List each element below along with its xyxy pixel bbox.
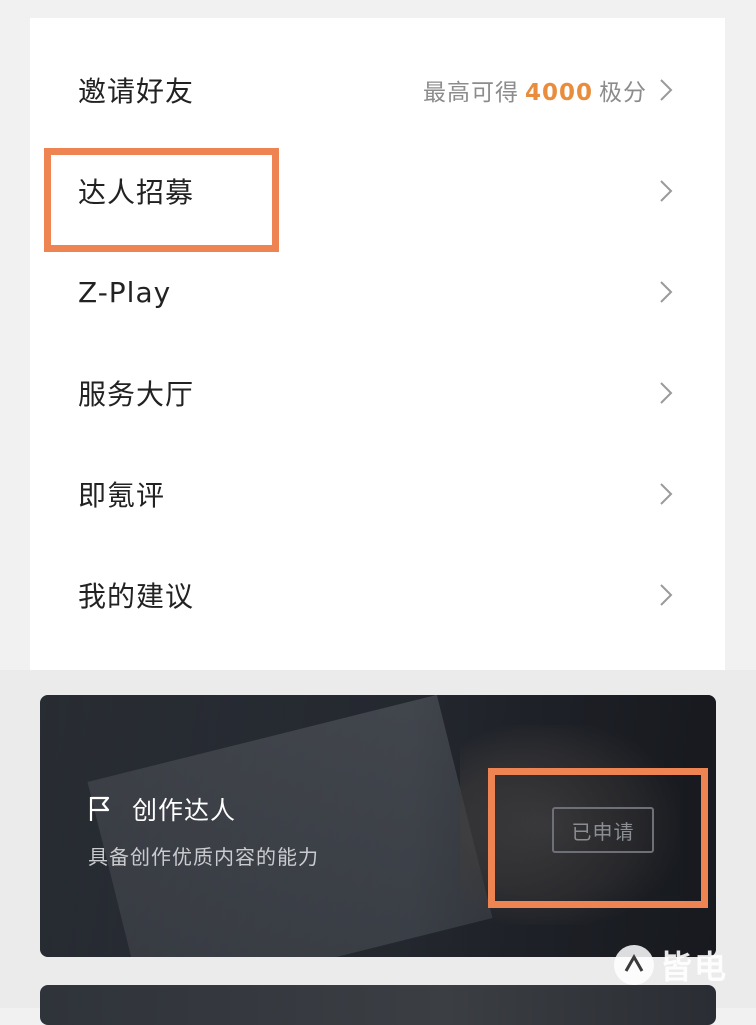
watermark: 皆电 [614,942,728,988]
flag-icon [89,796,110,821]
reward-number: 4000 [524,80,593,106]
menu-item-review[interactable]: 即氪评 [30,444,725,544]
menu-item-my-suggestions[interactable]: 我的建议 [30,545,725,645]
reward-prefix: 最高可得 [422,80,519,106]
menu-item-label: Z-Play [78,275,172,309]
invite-reward-text: 最高可得 4000 极分 [423,73,647,107]
menu-item-label: 即氪评 [78,479,166,512]
menu-item-label: 我的建议 [78,580,195,613]
promo-description: 具备创作优质内容的能力 [88,845,319,869]
chevron-right-icon [660,382,673,404]
highlight-box-applied-button [488,768,708,908]
menu-card: 邀请好友 最高可得 4000 极分 达人招募 Z-Play 服务大厅 即氪评 我的建… [30,18,725,670]
menu-item-label: 服务大厅 [78,378,195,411]
chevron-right-icon [660,483,673,505]
highlight-box-talent-recruitment [44,148,279,252]
chevron-right-icon [660,281,673,303]
chevron-right-icon [660,79,673,101]
watermark-text: 皆电 [660,948,729,986]
chevron-right-icon [660,584,673,606]
reward-suffix: 极分 [599,80,647,106]
chevron-right-icon [660,180,673,202]
menu-item-invite-friends[interactable]: 邀请好友 最高可得 4000 极分 [30,40,725,140]
watermark-logo-icon [614,945,654,985]
promo-title: 创作达人 [132,796,237,825]
menu-item-z-play[interactable]: Z-Play [30,242,725,342]
next-promo-card[interactable] [40,985,716,1025]
menu-item-label: 邀请好友 [78,75,195,108]
menu-item-service-hall[interactable]: 服务大厅 [30,343,725,443]
promo-title-row: 创作达人 [88,791,236,827]
